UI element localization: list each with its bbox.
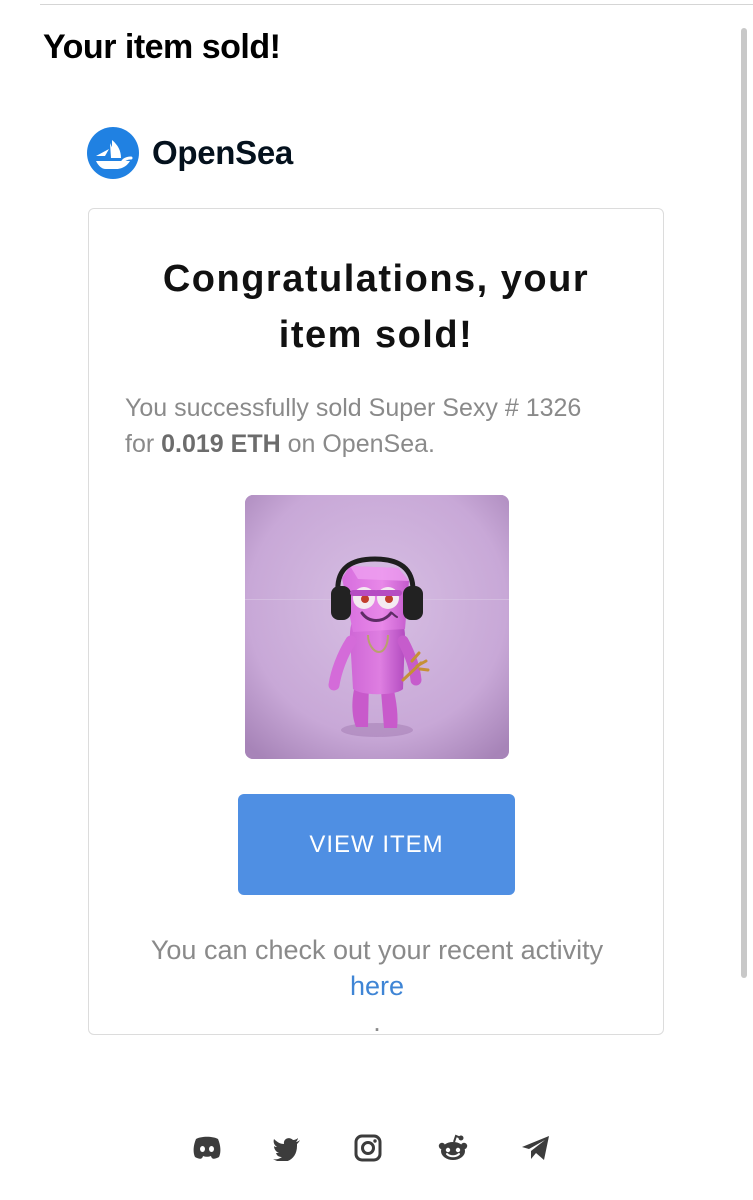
opensea-ship-icon bbox=[87, 127, 139, 179]
social-links bbox=[191, 1133, 556, 1163]
recent-activity-text: You can check out your recent activity h… bbox=[119, 932, 635, 1040]
congratulations-headline: Congratulations, your item sold! bbox=[89, 251, 663, 363]
sale-notification-card: Congratulations, your item sold! You suc… bbox=[88, 208, 664, 1037]
link-period: . bbox=[373, 1007, 381, 1037]
twitter-icon[interactable] bbox=[271, 1133, 303, 1163]
instagram-icon[interactable] bbox=[352, 1133, 384, 1163]
email-subject: Your item sold! bbox=[43, 28, 281, 66]
top-divider bbox=[40, 4, 753, 5]
sale-price: 0.019 ETH bbox=[161, 430, 281, 458]
telegram-icon[interactable] bbox=[520, 1133, 552, 1163]
recent-activity-link-line: here. bbox=[119, 968, 635, 1040]
headline-line-1: Congratulations, your bbox=[162, 258, 590, 300]
recent-activity-copy: You can check out your recent activity bbox=[150, 935, 604, 965]
sale-summary: You successfully sold Super Sexy # 1326 … bbox=[125, 390, 595, 462]
token-number: 1326 bbox=[525, 394, 582, 422]
summary-for: for bbox=[125, 430, 155, 458]
discord-icon[interactable] bbox=[191, 1133, 223, 1163]
brand-name: OpenSea bbox=[152, 134, 293, 171]
recent-activity-link[interactable]: here bbox=[350, 971, 404, 1001]
view-item-button[interactable]: VIEW ITEM bbox=[238, 794, 515, 895]
summary-suffix: on OpenSea. bbox=[287, 430, 435, 458]
headline-line-2: item sold! bbox=[278, 314, 474, 356]
summary-prefix: You successfully sold Super Sexy # bbox=[125, 394, 519, 422]
reddit-icon[interactable] bbox=[437, 1133, 469, 1163]
nft-image bbox=[245, 495, 509, 759]
opensea-brand[interactable]: OpenSea bbox=[87, 127, 293, 179]
vertical-scrollbar[interactable] bbox=[741, 28, 747, 978]
